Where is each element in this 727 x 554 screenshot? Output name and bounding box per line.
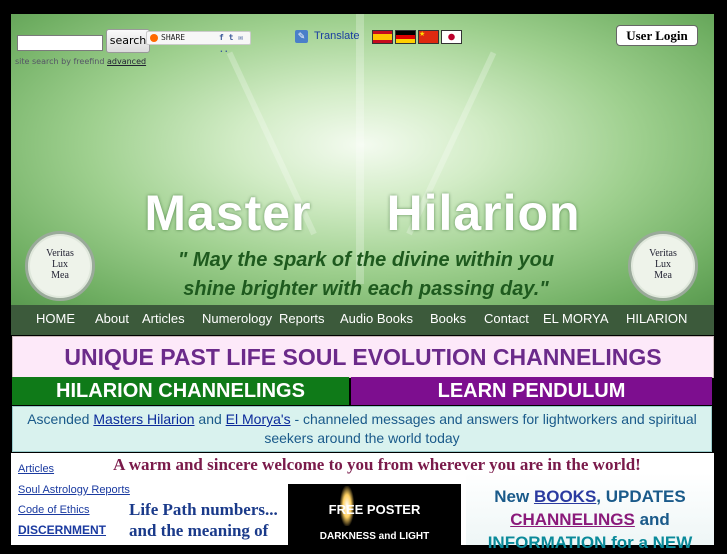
nav-item-el-morya[interactable]: EL MORYA bbox=[543, 305, 609, 335]
intro-box: Ascended Masters Hilarion and El Morya's… bbox=[12, 406, 712, 452]
seal-left: Veritas Lux Mea bbox=[25, 231, 95, 301]
seal-text: Mea bbox=[51, 270, 69, 281]
light-ray bbox=[356, 14, 364, 284]
sidebar-link-discernment[interactable]: DISCERNMENT bbox=[18, 523, 106, 537]
tagline-line-1: " May the spark of the divine within you bbox=[177, 249, 555, 271]
nav-item-about[interactable]: About bbox=[95, 305, 129, 335]
books-link[interactable]: BOOKS bbox=[534, 487, 596, 506]
share-button[interactable]: SHARE f t ✉ .. bbox=[146, 31, 251, 54]
tagline-line-2: shine brighter with each passing day." bbox=[183, 278, 549, 300]
sidebar-link-soul-astrology[interactable]: Soul Astrology Reports bbox=[18, 484, 130, 496]
learn-pendulum-button[interactable]: LEARN PENDULUM bbox=[351, 377, 712, 405]
seal-text: Veritas bbox=[649, 248, 677, 259]
intro-text: Ascended bbox=[27, 411, 94, 427]
news-text: INFORMATION for a NEW bbox=[487, 533, 693, 552]
main-nav: HOME About Articles Numerology Reports A… bbox=[11, 305, 714, 335]
nav-item-books[interactable]: Books bbox=[430, 305, 466, 335]
translate-link[interactable]: Translate bbox=[314, 30, 359, 42]
news-heading: New BOOKS, UPDATES CHANNELINGS and INFOR… bbox=[466, 485, 714, 554]
user-login-button[interactable]: User Login bbox=[616, 25, 698, 46]
life-path-teaser[interactable]: Life Path numbers... and the meaning of bbox=[129, 499, 279, 541]
seal-text: Mea bbox=[654, 270, 672, 281]
hilarion-channelings-button[interactable]: HILARION CHANNELINGS bbox=[12, 377, 349, 405]
japan-flag[interactable] bbox=[441, 30, 462, 44]
nav-item-reports[interactable]: Reports bbox=[279, 305, 325, 335]
main-content: Articles Soul Astrology Reports Code of … bbox=[11, 453, 714, 552]
seal-right: Veritas Lux Mea bbox=[628, 231, 698, 301]
nav-item-home[interactable]: HOME bbox=[36, 305, 75, 335]
germany-flag[interactable] bbox=[395, 30, 416, 44]
nav-item-audio-books[interactable]: Audio Books bbox=[340, 305, 413, 335]
news-text: New bbox=[494, 487, 534, 506]
soul-evolution-banner[interactable]: UNIQUE PAST LIFE SOUL EVOLUTION CHANNELI… bbox=[12, 336, 714, 378]
news-box: New BOOKS, UPDATES CHANNELINGS and INFOR… bbox=[466, 473, 714, 552]
site-title: Master Hilarion bbox=[144, 185, 581, 241]
page: search site search by freefind advanced … bbox=[0, 0, 727, 552]
poster-subtitle: DARKNESS and LIGHT bbox=[319, 531, 430, 542]
sidebar-link-code-of-ethics[interactable]: Code of Ethics bbox=[18, 504, 90, 516]
welcome-message: A warm and sincere welcome to you from w… bbox=[113, 455, 641, 474]
intro-text: - channeled messages and answers for lig… bbox=[264, 411, 697, 446]
share-label: SHARE bbox=[161, 33, 186, 42]
header-banner: search site search by freefind advanced … bbox=[11, 14, 714, 305]
nav-item-hilarion[interactable]: HILARION bbox=[626, 305, 687, 335]
poster-title: FREE POSTER bbox=[328, 502, 421, 517]
sidebar-link-articles[interactable]: Articles bbox=[18, 463, 54, 475]
site-search-credit: site search by freefind bbox=[15, 57, 105, 66]
site-search-note: site search by freefind advanced bbox=[15, 57, 146, 66]
share-icon bbox=[150, 34, 158, 42]
masters-hilarion-link[interactable]: Masters Hilarion bbox=[93, 411, 194, 427]
news-text: , UPDATES bbox=[596, 487, 686, 506]
spain-flag[interactable] bbox=[372, 30, 393, 44]
china-flag[interactable]: ★ bbox=[418, 30, 439, 44]
share-services: f t ✉ .. bbox=[219, 33, 244, 54]
translate-icon[interactable]: ✎ bbox=[295, 30, 308, 43]
nav-item-contact[interactable]: Contact bbox=[484, 305, 529, 335]
intro-text: and bbox=[194, 411, 226, 427]
advanced-search-link[interactable]: advanced bbox=[107, 57, 146, 66]
channelings-link[interactable]: CHANNELINGS bbox=[510, 510, 635, 529]
seal-text: Lux bbox=[654, 259, 672, 270]
search-input[interactable] bbox=[17, 35, 103, 51]
nav-item-articles[interactable]: Articles bbox=[142, 305, 185, 335]
seal-text: Veritas bbox=[46, 248, 74, 259]
nav-item-numerology[interactable]: Numerology bbox=[202, 305, 272, 335]
el-morya-link[interactable]: El Morya's bbox=[226, 411, 291, 427]
free-poster-ad[interactable]: FREE POSTER DARKNESS and LIGHT bbox=[288, 484, 461, 545]
search-button[interactable]: search bbox=[106, 29, 150, 53]
news-text: and bbox=[634, 510, 670, 529]
seal-text: Lux bbox=[51, 259, 69, 270]
tagline: " May the spark of the divine within you… bbox=[131, 246, 601, 304]
